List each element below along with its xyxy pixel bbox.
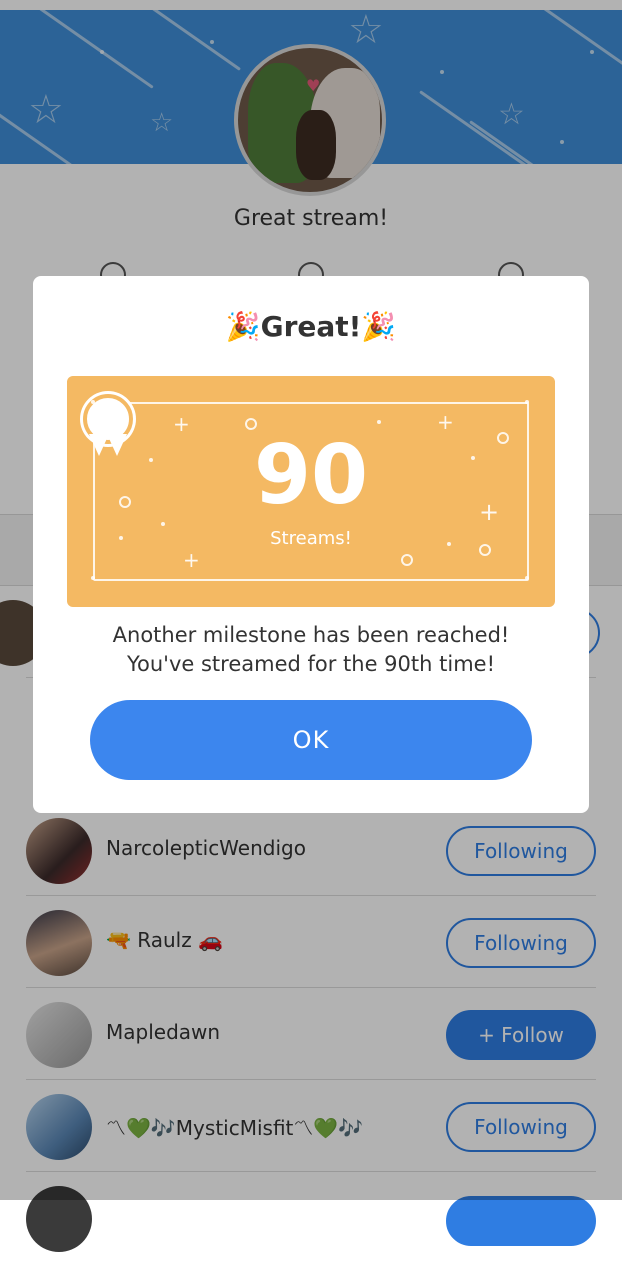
sparkle-icon: + xyxy=(183,548,200,572)
message-line-2: You've streamed for the 90th time! xyxy=(126,652,495,676)
dialog-title: 🎉Great!🎉 xyxy=(225,310,397,343)
ok-button[interactable]: OK xyxy=(90,700,532,780)
milestone-message: Another milestone has been reached! You'… xyxy=(33,621,589,679)
milestone-label: Streams! xyxy=(270,528,352,549)
milestone-certificate: + + + + 90 Streams! xyxy=(67,376,555,607)
message-line-1: Another milestone has been reached! xyxy=(112,623,510,647)
milestone-number: 90 xyxy=(253,428,369,523)
follow-button[interactable] xyxy=(446,1196,596,1246)
milestone-dialog: 🎉Great!🎉 + + + + 90 Streams! Another mil… xyxy=(33,276,589,813)
